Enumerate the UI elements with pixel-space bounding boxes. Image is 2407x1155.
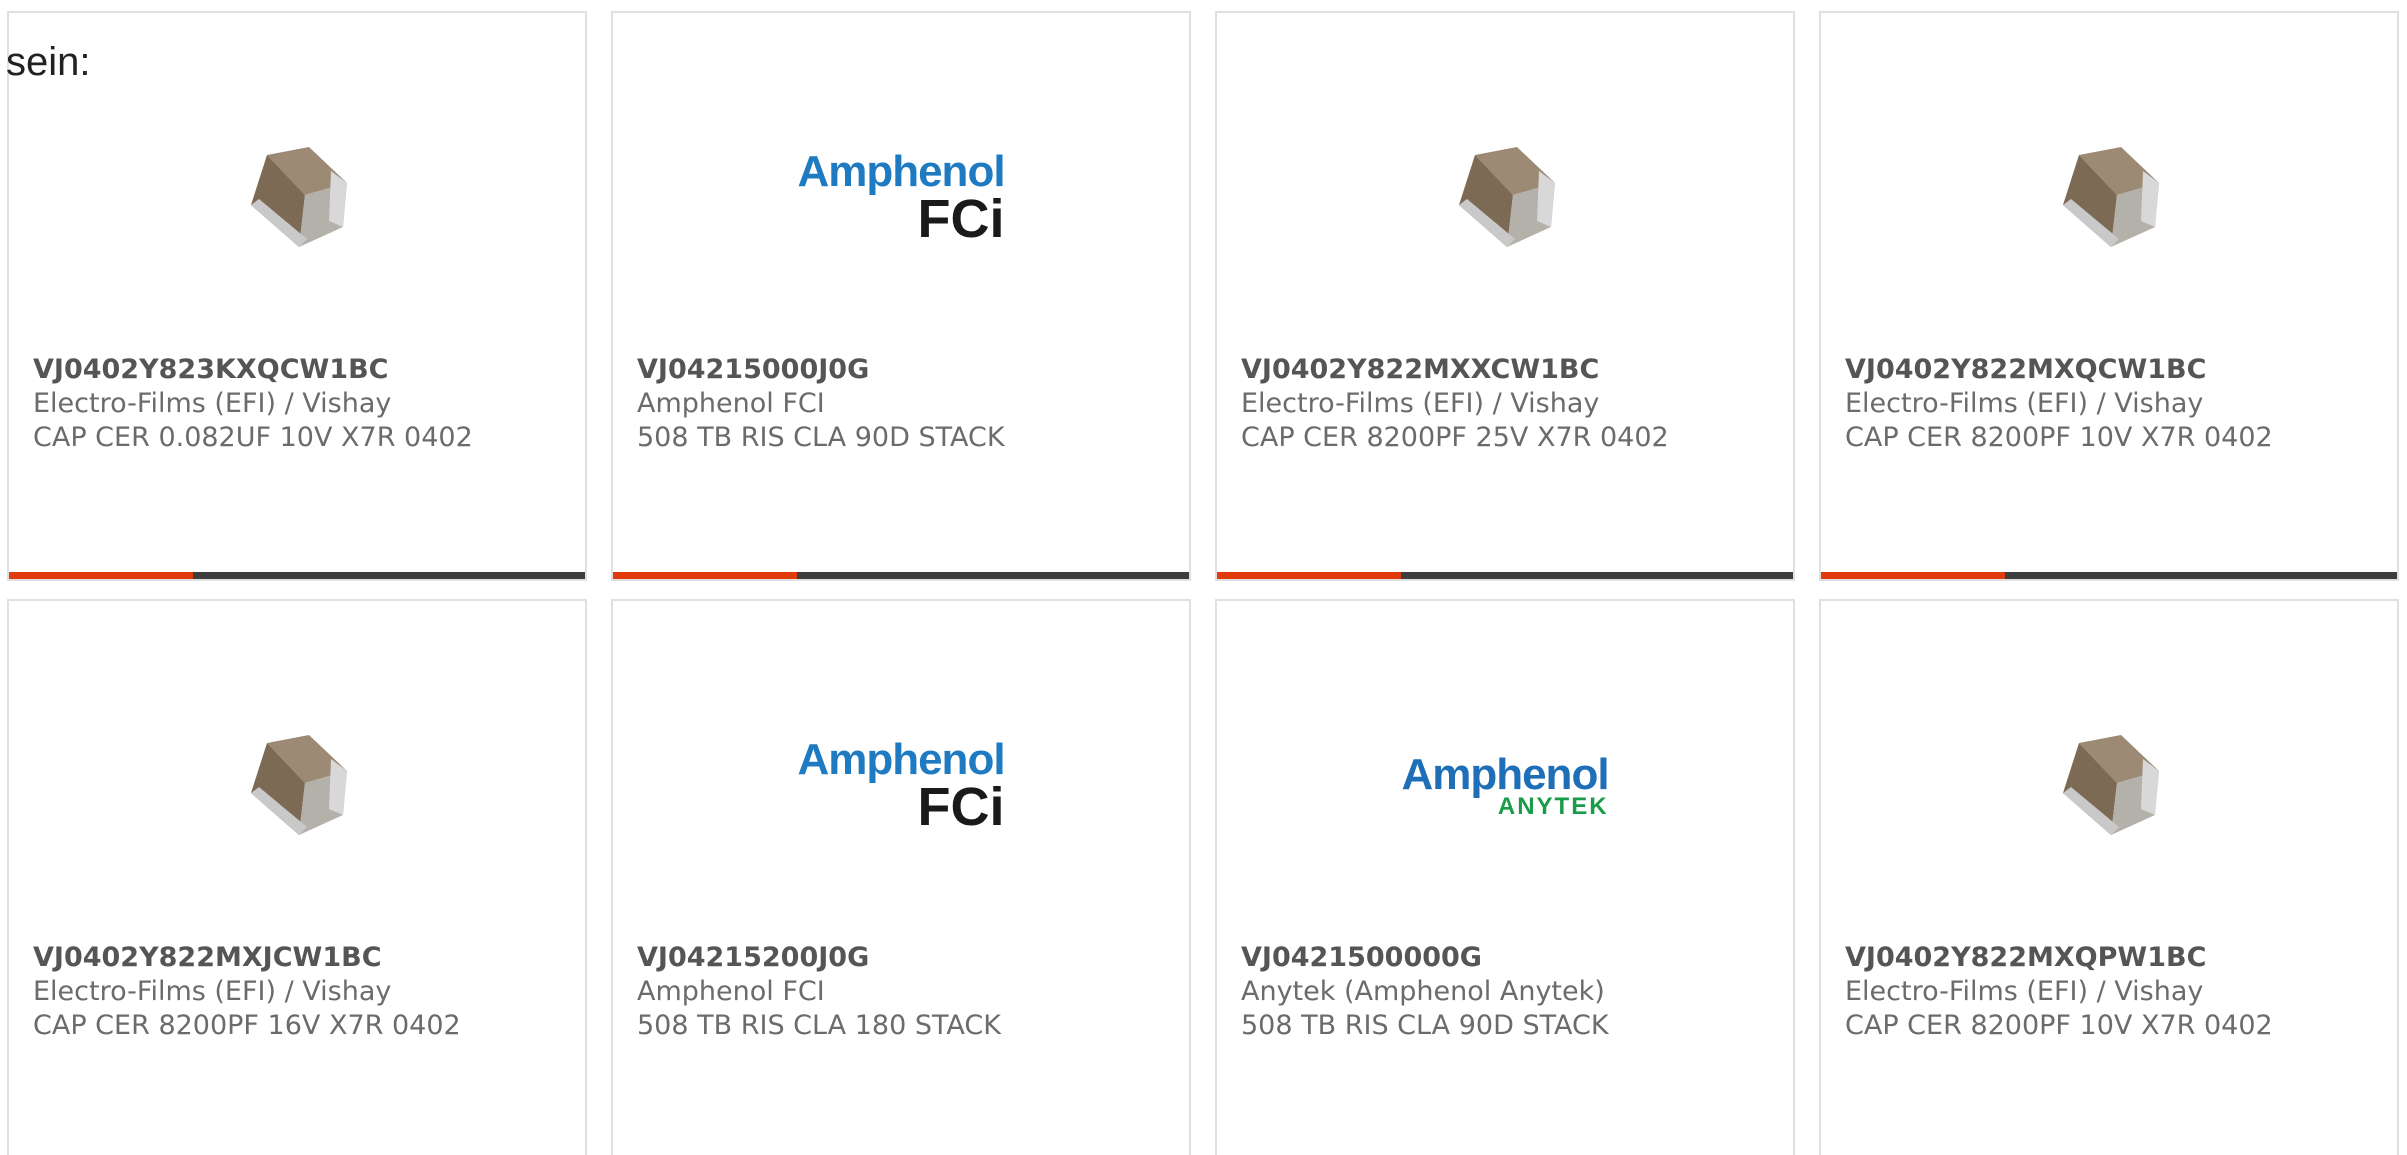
part-number-link[interactable]: VJ04215000J0G: [637, 353, 1177, 387]
progress-bar: [613, 572, 1189, 579]
product-card[interactable]: VJ0402Y823KXQCW1BC Electro-Films (EFI) /…: [7, 11, 587, 581]
logo-brand-text: Amphenol: [1401, 750, 1609, 799]
product-info: VJ0402Y822MXQCW1BC Electro-Films (EFI) /…: [1845, 353, 2385, 455]
product-description: CAP CER 8200PF 10V X7R 0402: [1845, 422, 2273, 453]
product-description: CAP CER 0.082UF 10V X7R 0402: [33, 422, 473, 453]
product-description: CAP CER 8200PF 16V X7R 0402: [33, 1010, 461, 1041]
product-image[interactable]: [9, 103, 585, 293]
product-card[interactable]: Amphenol FCi VJ04215000J0G Amphenol FCI …: [611, 11, 1191, 581]
product-info: VJ0402Y823KXQCW1BC Electro-Films (EFI) /…: [33, 353, 573, 455]
ceramic-capacitor-icon: [251, 147, 347, 247]
logo-sub-text: FCi: [917, 189, 1005, 249]
product-image[interactable]: [1821, 691, 2397, 881]
product-info: VJ04215200J0G Amphenol FCI 508 TB RIS CL…: [637, 941, 1177, 1043]
manufacturer-name: Anytek (Amphenol Anytek): [1241, 976, 1605, 1007]
product-info: VJ0402Y822MXJCW1BC Electro-Films (EFI) /…: [33, 941, 573, 1043]
product-info: VJ04215000J0G Amphenol FCI 508 TB RIS CL…: [637, 353, 1177, 455]
manufacturer-name: Electro-Films (EFI) / Vishay: [33, 976, 392, 1007]
part-number-link[interactable]: VJ0402Y822MXQPW1BC: [1845, 941, 2385, 975]
progress-bar: [1217, 572, 1793, 579]
ceramic-capacitor-icon: [2063, 147, 2159, 247]
product-image[interactable]: Amphenol FCi: [613, 691, 1189, 881]
product-description: 508 TB RIS CLA 90D STACK: [637, 422, 1005, 453]
product-image[interactable]: [1217, 103, 1793, 293]
product-description: 508 TB RIS CLA 90D STACK: [1241, 1010, 1609, 1041]
manufacturer-name: Amphenol FCI: [637, 388, 825, 419]
amphenol-fci-logo: Amphenol FCi: [797, 735, 1005, 837]
product-grid: VJ0402Y823KXQCW1BC Electro-Films (EFI) /…: [7, 11, 2399, 1155]
manufacturer-name: Electro-Films (EFI) / Vishay: [1241, 388, 1600, 419]
ceramic-capacitor-icon: [1459, 147, 1555, 247]
manufacturer-name: Electro-Films (EFI) / Vishay: [1845, 976, 2204, 1007]
amphenol-fci-logo: Amphenol FCi: [797, 147, 1005, 249]
progress-fill: [1821, 572, 2006, 579]
product-card[interactable]: Amphenol ANYTEK VJ0421500000G Anytek (Am…: [1215, 599, 1795, 1155]
manufacturer-name: Amphenol FCI: [637, 976, 825, 1007]
progress-fill: [9, 572, 194, 579]
product-description: 508 TB RIS CLA 180 STACK: [637, 1010, 1001, 1041]
logo-brand-text: Amphenol: [797, 147, 1005, 196]
product-image[interactable]: Amphenol FCi: [613, 103, 1189, 293]
part-number-link[interactable]: VJ0402Y822MXJCW1BC: [33, 941, 573, 975]
progress-bar: [1821, 572, 2397, 579]
progress-bar: [9, 572, 585, 579]
product-info: VJ0402Y822MXQPW1BC Electro-Films (EFI) /…: [1845, 941, 2385, 1043]
product-info: VJ0402Y822MXXCW1BC Electro-Films (EFI) /…: [1241, 353, 1781, 455]
part-number-link[interactable]: VJ0402Y822MXQCW1BC: [1845, 353, 2385, 387]
ceramic-capacitor-icon: [2063, 735, 2159, 835]
progress-fill: [613, 572, 798, 579]
product-card[interactable]: VJ0402Y822MXQPW1BC Electro-Films (EFI) /…: [1819, 599, 2399, 1155]
part-number-link[interactable]: VJ0402Y822MXXCW1BC: [1241, 353, 1781, 387]
product-image[interactable]: [9, 691, 585, 881]
part-number-link[interactable]: VJ0402Y823KXQCW1BC: [33, 353, 573, 387]
product-description: CAP CER 8200PF 25V X7R 0402: [1241, 422, 1669, 453]
amphenol-anytek-logo: Amphenol ANYTEK: [1401, 750, 1609, 819]
intro-text: sein:: [6, 40, 91, 84]
product-card[interactable]: VJ0402Y822MXXCW1BC Electro-Films (EFI) /…: [1215, 11, 1795, 581]
product-image[interactable]: Amphenol ANYTEK: [1217, 691, 1793, 881]
product-card[interactable]: Amphenol FCi VJ04215200J0G Amphenol FCI …: [611, 599, 1191, 1155]
ceramic-capacitor-icon: [251, 735, 347, 835]
progress-fill: [1217, 572, 1402, 579]
part-number-link[interactable]: VJ0421500000G: [1241, 941, 1781, 975]
manufacturer-name: Electro-Films (EFI) / Vishay: [1845, 388, 2204, 419]
manufacturer-name: Electro-Films (EFI) / Vishay: [33, 388, 392, 419]
product-card[interactable]: VJ0402Y822MXJCW1BC Electro-Films (EFI) /…: [7, 599, 587, 1155]
product-image[interactable]: [1821, 103, 2397, 293]
part-number-link[interactable]: VJ04215200J0G: [637, 941, 1177, 975]
logo-brand-text: Amphenol: [797, 735, 1005, 784]
logo-sub-text: FCi: [917, 777, 1005, 837]
product-card[interactable]: VJ0402Y822MXQCW1BC Electro-Films (EFI) /…: [1819, 11, 2399, 581]
page: sein: VJ0402Y823KXQCW1BC Electro-Films (…: [0, 0, 2407, 1155]
product-description: CAP CER 8200PF 10V X7R 0402: [1845, 1010, 2273, 1041]
product-info: VJ0421500000G Anytek (Amphenol Anytek) 5…: [1241, 941, 1781, 1043]
